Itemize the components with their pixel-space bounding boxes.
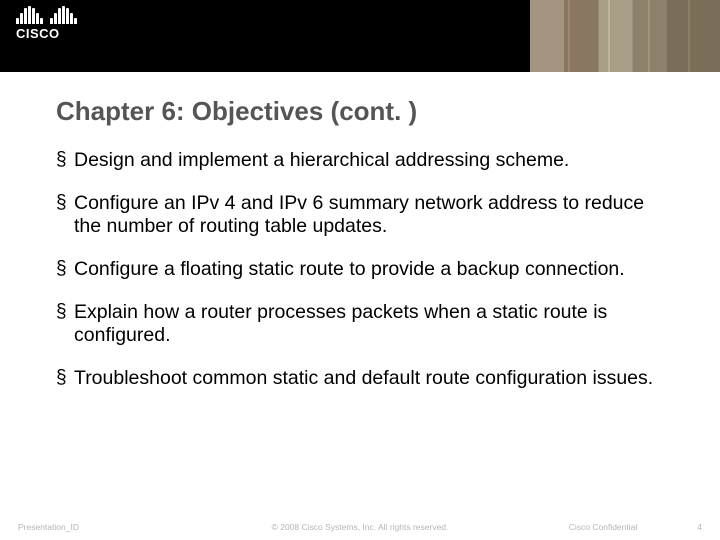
footer-copyright: © 2008 Cisco Systems, Inc. All rights re… [272,522,449,532]
footer-confidential: Cisco Confidential [569,522,638,532]
objectives-list: Design and implement a hierarchical addr… [56,149,664,390]
header-photo-strip [530,0,720,72]
list-item: Explain how a router processes packets w… [56,301,664,347]
slide-footer: Presentation_ID © 2008 Cisco Systems, In… [0,522,720,532]
footer-page-number: 4 [697,522,702,532]
cisco-logo-bars [16,6,77,24]
slide-content: Chapter 6: Objectives (cont. ) Design an… [0,72,720,540]
list-item: Configure a floating static route to pro… [56,258,664,281]
slide-title: Chapter 6: Objectives (cont. ) [56,96,664,127]
footer-presentation-id: Presentation_ID [18,522,79,532]
list-item: Troubleshoot common static and default r… [56,367,664,390]
list-item: Design and implement a hierarchical addr… [56,149,664,172]
list-item: Configure an IPv 4 and IPv 6 summary net… [56,192,664,238]
cisco-logo-text: CISCO [16,26,60,41]
cisco-logo: CISCO [16,6,77,41]
header-bar: CISCO [0,0,720,72]
slide: CISCO Chapter 6: Objectives (cont. ) Des… [0,0,720,540]
header-black-area: CISCO [0,0,530,72]
